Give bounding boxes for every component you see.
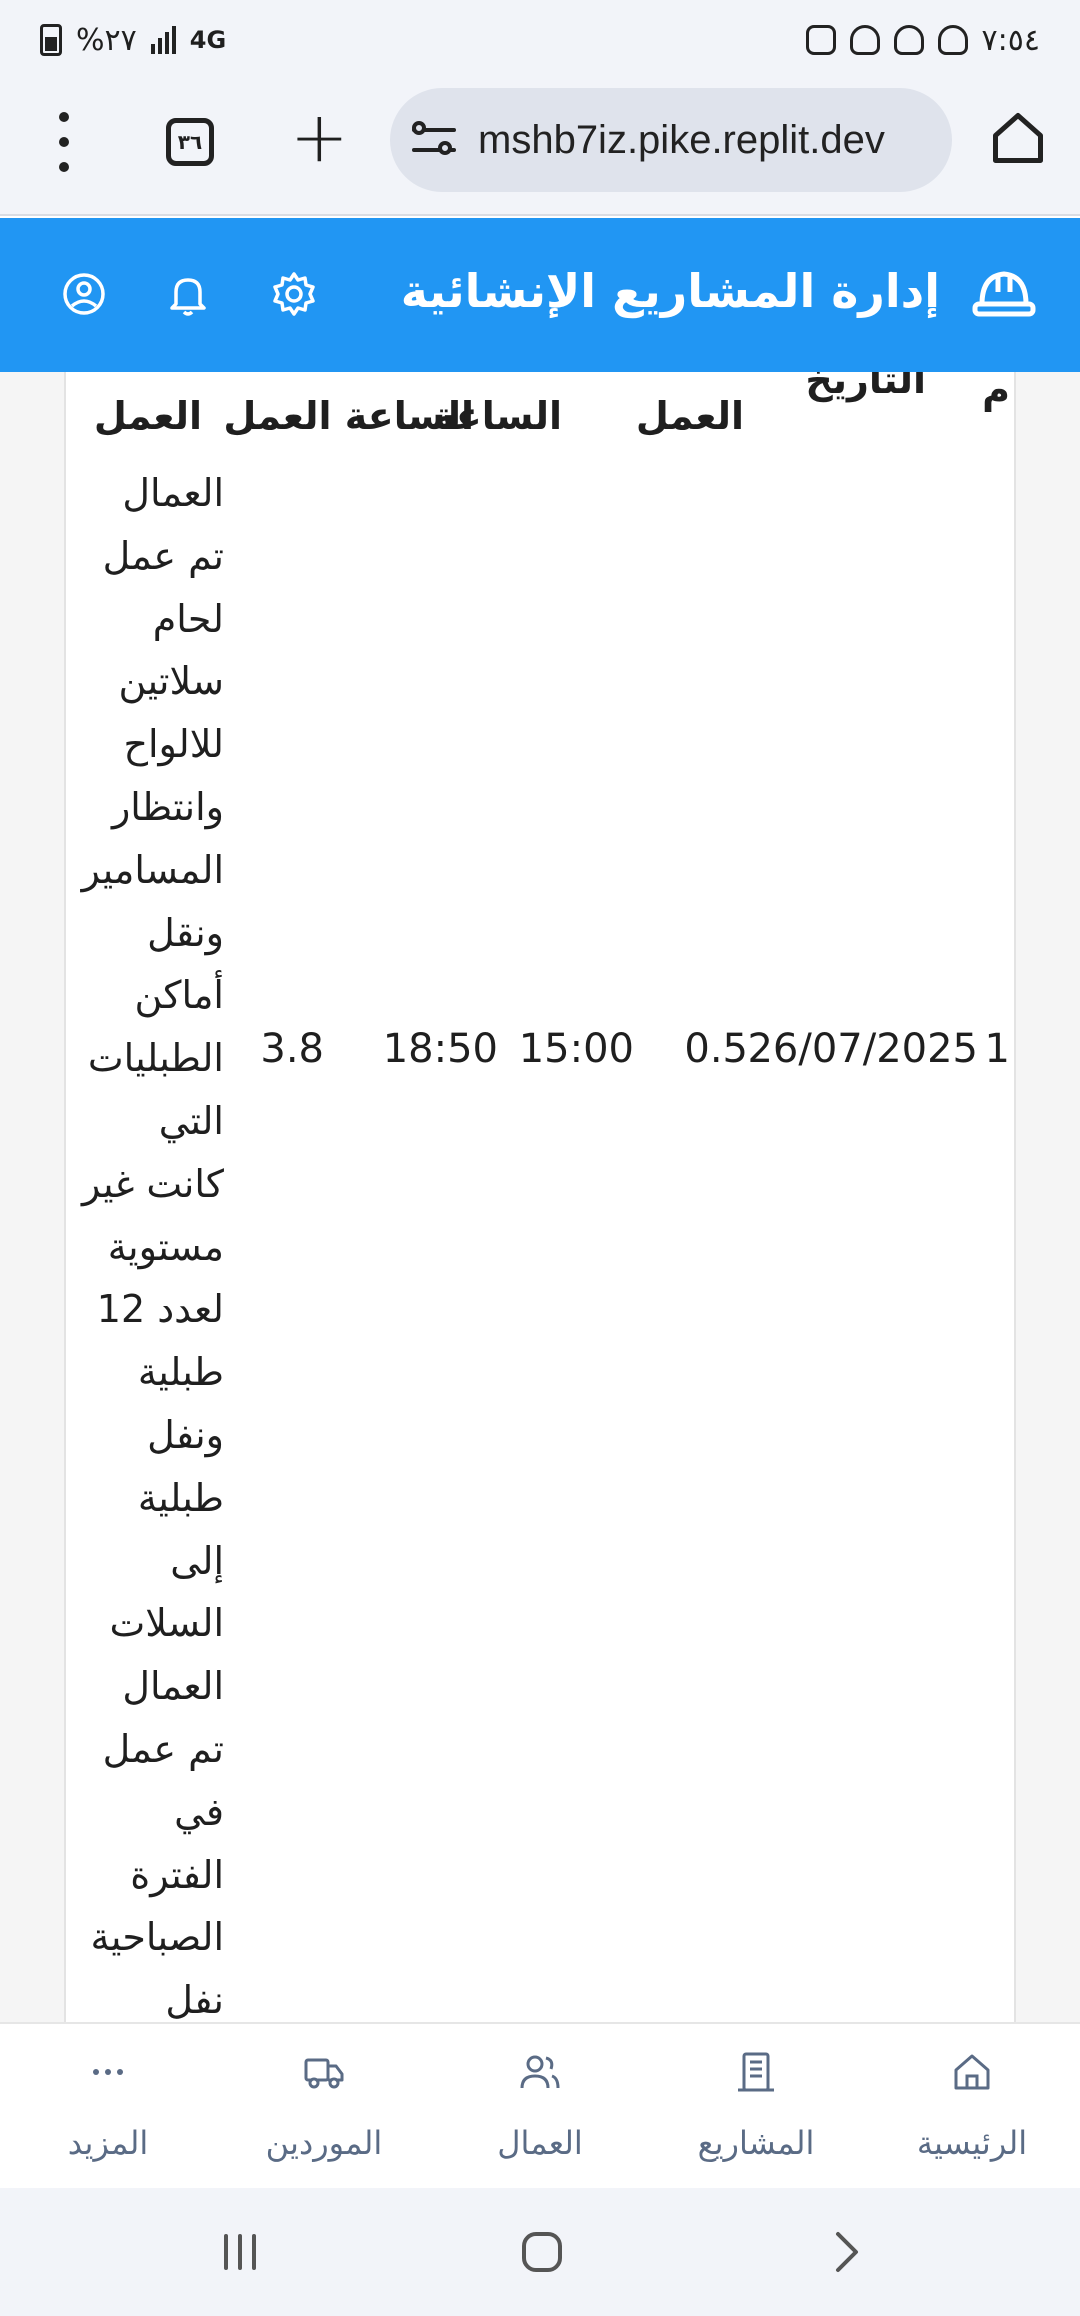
description-line: المسامير bbox=[81, 847, 224, 892]
description-line: لعدد 12 bbox=[96, 1287, 224, 1332]
site-settings-icon[interactable] bbox=[412, 116, 460, 164]
nav-item-more[interactable]: المزيد bbox=[0, 2024, 216, 2190]
cell-description: العمال تم عمل لحام سلاتين للالواح وانتظا… bbox=[66, 462, 224, 2022]
work-log-table: م التاريخ العمل الساعة الساعة العمل العم… bbox=[64, 372, 1016, 2022]
nav-label-workers: العمال bbox=[497, 2124, 583, 2162]
shield-notification-icon bbox=[849, 25, 880, 55]
cell-end-time: 18:50 bbox=[382, 1026, 498, 1072]
building-icon bbox=[738, 2052, 774, 2092]
truck-icon bbox=[304, 2058, 344, 2089]
tab-switcher-button[interactable]: ٣٦ bbox=[166, 118, 214, 166]
app-title: إدارة المشاريع الإنشائية bbox=[400, 264, 940, 318]
dot-icon bbox=[59, 112, 69, 122]
description-line: مستوية bbox=[107, 1224, 224, 1269]
gear-icon[interactable] bbox=[270, 270, 318, 318]
header-index: م bbox=[982, 372, 1010, 412]
battery-level: %٢٧ bbox=[76, 22, 137, 58]
description-line: طبلية bbox=[137, 1350, 224, 1395]
description-line: الفترة bbox=[130, 1852, 224, 1897]
description-line: طبلية bbox=[137, 1475, 224, 1520]
description-line: ونقل bbox=[147, 910, 224, 955]
dot-icon bbox=[59, 137, 69, 147]
status-right: ٧:٥٤ bbox=[805, 22, 1040, 58]
header-end-time: الساعة العمل bbox=[223, 394, 474, 438]
app-header: إدارة المشاريع الإنشائية bbox=[0, 218, 1080, 372]
main-content: م التاريخ العمل الساعة الساعة العمل العم… bbox=[0, 372, 1080, 2022]
description-line: لحام bbox=[152, 596, 224, 641]
header-date: التاريخ bbox=[805, 372, 926, 402]
description-line: سلاتين bbox=[118, 659, 224, 704]
description-line: التي bbox=[158, 1098, 224, 1143]
image-notification-icon bbox=[805, 25, 836, 55]
nav-item-suppliers[interactable]: الموردين bbox=[216, 2024, 432, 2190]
description-line: نفل bbox=[165, 1978, 224, 2022]
description-line: تم عمل bbox=[102, 533, 224, 578]
bottom-nav: الرئيسية المشاريع العمال الموردين المزيد bbox=[0, 2022, 1080, 2188]
shield-notification-icon bbox=[893, 25, 924, 55]
dot-icon bbox=[59, 162, 69, 172]
users-icon bbox=[520, 2055, 560, 2089]
clock: ٧:٥٤ bbox=[981, 22, 1040, 58]
nav-label-home: الرئيسية bbox=[916, 2124, 1028, 2162]
description-line: أماكن bbox=[134, 973, 224, 1018]
browser-toolbar: ٣٦ + mshb7iz.pike.replit.dev bbox=[0, 80, 1080, 216]
description-line: في bbox=[174, 1789, 224, 1834]
network-type: 4G bbox=[189, 26, 227, 54]
status-bar: %٢٧ 4G ٧:٥٤ bbox=[0, 0, 1080, 80]
cell-hours: 3.8 bbox=[260, 1026, 324, 1072]
description-line: ونفل bbox=[147, 1412, 224, 1457]
url-text: mshb7iz.pike.replit.dev bbox=[478, 117, 885, 162]
description-line: إلى bbox=[170, 1538, 224, 1583]
description-line: تم عمل bbox=[102, 1726, 224, 1771]
cell-date: 26/07/2025 bbox=[747, 1026, 978, 1072]
description-line: للالواح bbox=[123, 722, 224, 767]
tab-count: ٣٦ bbox=[177, 130, 203, 154]
battery-icon bbox=[40, 24, 62, 56]
description-line: العمال bbox=[122, 1664, 224, 1709]
header-description: العمل bbox=[93, 394, 202, 438]
more-icon bbox=[93, 2069, 123, 2075]
recent-apps-icon[interactable] bbox=[216, 2228, 264, 2276]
header-work-days: العمل bbox=[635, 394, 744, 438]
shield-notification-icon bbox=[937, 25, 968, 55]
nav-label-more: المزيد bbox=[67, 2124, 149, 2162]
nav-item-projects[interactable]: المشاريع bbox=[648, 2024, 864, 2190]
description-line: كانت غير bbox=[82, 1161, 224, 1206]
nav-item-home[interactable]: الرئيسية bbox=[864, 2024, 1080, 2190]
cell-index: 1 bbox=[984, 1026, 1010, 1072]
description-line: السلات bbox=[109, 1601, 224, 1646]
user-profile-icon[interactable] bbox=[60, 270, 108, 318]
home-icon bbox=[954, 2054, 990, 2090]
signal-icon bbox=[150, 26, 176, 54]
nav-item-workers[interactable]: العمال bbox=[432, 2024, 648, 2190]
system-nav-bar bbox=[0, 2188, 1080, 2316]
cell-start-time: 15:00 bbox=[518, 1026, 634, 1072]
home-icon[interactable] bbox=[988, 108, 1048, 168]
hard-hat-icon bbox=[972, 271, 1036, 317]
new-tab-button[interactable]: + bbox=[290, 102, 349, 172]
description-line: الصباحية bbox=[90, 1915, 224, 1960]
nav-label-suppliers: الموردين bbox=[265, 2124, 383, 2162]
description-line: العمال bbox=[122, 471, 224, 515]
description-line: الطبليات bbox=[87, 1036, 224, 1081]
bell-icon[interactable] bbox=[164, 270, 212, 318]
cell-work-days: 0.5 bbox=[684, 1026, 748, 1072]
nav-label-projects: المشاريع bbox=[697, 2124, 815, 2162]
browser-menu-button[interactable] bbox=[54, 112, 74, 172]
status-left: %٢٧ 4G bbox=[40, 23, 226, 58]
description-line: وانتظار bbox=[111, 784, 224, 829]
address-bar[interactable]: mshb7iz.pike.replit.dev bbox=[390, 88, 952, 192]
home-button-icon[interactable] bbox=[518, 2228, 566, 2276]
back-icon[interactable] bbox=[822, 2228, 870, 2276]
